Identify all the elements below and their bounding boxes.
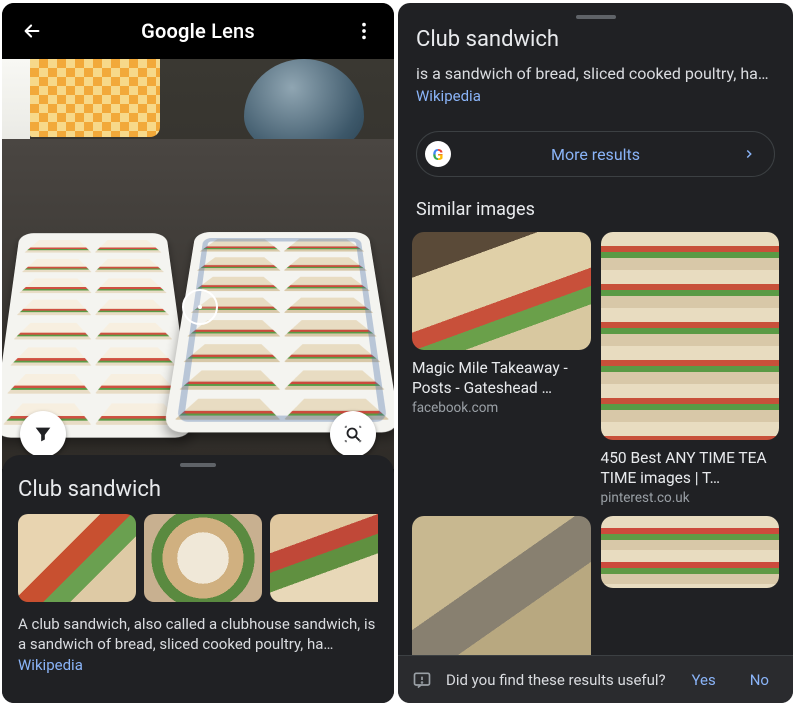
back-button[interactable] (18, 17, 46, 45)
more-results-button[interactable]: G More results (416, 131, 775, 177)
image-result-card[interactable]: 450 Best ANY TIME TEA TIME images | T… p… (601, 232, 780, 506)
selection-indicator[interactable] (182, 289, 218, 325)
results-header: Club sandwich is a sandwich of bread, sl… (398, 3, 793, 115)
similar-images-heading: Similar images (416, 199, 775, 220)
thumbnail[interactable] (270, 514, 378, 602)
top-bar: Google Lens (2, 3, 394, 59)
feedback-prompt: Did you find these results useful? (446, 671, 666, 689)
result-card-title: 450 Best ANY TIME TEA TIME images | T… (601, 448, 780, 488)
filter-icon (32, 423, 54, 445)
lens-capture-screen: Google Lens (2, 3, 394, 703)
result-card-source: pinterest.co.uk (601, 490, 780, 506)
feedback-yes-button[interactable]: Yes (682, 665, 726, 695)
overflow-menu-button[interactable] (350, 17, 378, 45)
result-card-source: facebook.com (412, 400, 591, 416)
result-title: Club sandwich (416, 27, 775, 52)
app-title: Google Lens (46, 19, 350, 43)
result-image (412, 516, 591, 676)
image-result-card[interactable] (601, 516, 780, 676)
thumbnail[interactable] (18, 514, 136, 602)
similar-images-grid: Magic Mile Takeaway - Posts - Gateshead … (398, 232, 793, 676)
result-source-link[interactable]: Wikipedia (18, 656, 83, 674)
result-description: is a sandwich of bread, sliced cooked po… (416, 64, 775, 83)
chevron-right-icon (742, 147, 756, 161)
feedback-bar: Did you find these results useful? Yes N… (398, 655, 793, 703)
image-result-card[interactable]: Magic Mile Takeaway - Posts - Gateshead … (412, 232, 591, 506)
result-thumbnails (18, 514, 378, 602)
captured-image[interactable] (2, 59, 394, 469)
result-card-title: Magic Mile Takeaway - Posts - Gateshead … (412, 358, 591, 398)
result-image (601, 516, 780, 588)
precision-search-icon (342, 423, 364, 445)
feedback-icon (412, 670, 432, 690)
result-image (412, 232, 591, 350)
precision-search-button[interactable] (330, 411, 376, 457)
sheet-grabber[interactable] (576, 15, 616, 19)
feedback-no-button[interactable]: No (740, 665, 779, 695)
photo-tray-right (163, 232, 394, 432)
more-results-label: More results (551, 145, 640, 164)
result-title: Club sandwich (18, 477, 378, 502)
arrow-left-icon (21, 20, 43, 42)
result-sheet[interactable]: Club sandwich A club sandwich, also call… (2, 455, 394, 703)
result-description: A club sandwich, also called a clubhouse… (18, 614, 378, 655)
image-result-card[interactable] (412, 516, 591, 676)
photo-fabric (30, 59, 160, 137)
thumbnail[interactable] (144, 514, 262, 602)
more-vert-icon (353, 20, 375, 42)
sheet-grabber[interactable] (180, 463, 216, 467)
google-logo-icon: G (425, 141, 451, 167)
photo-tray-left (2, 233, 194, 437)
filter-button[interactable] (20, 411, 66, 457)
result-image (601, 232, 780, 440)
result-source-link[interactable]: Wikipedia (416, 87, 481, 105)
lens-results-screen: Club sandwich is a sandwich of bread, sl… (398, 3, 793, 703)
